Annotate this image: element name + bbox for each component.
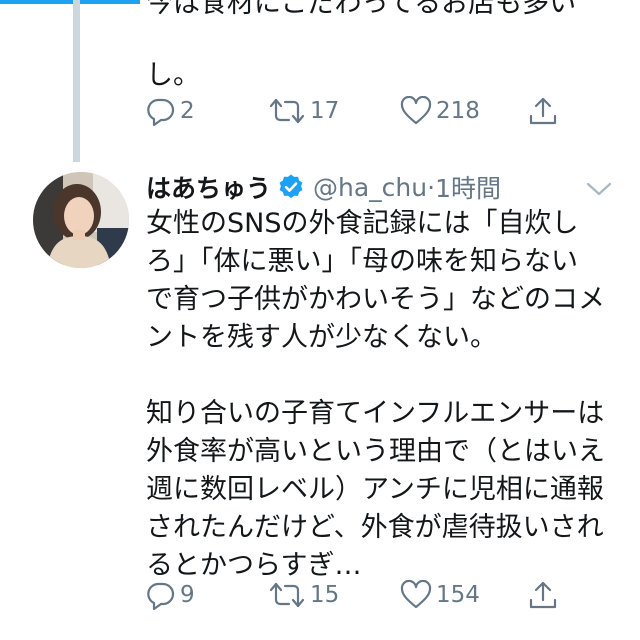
thread-connector-line bbox=[73, 0, 80, 162]
like-icon bbox=[400, 580, 432, 610]
display-name[interactable]: はあちゅう bbox=[146, 169, 271, 205]
handle[interactable]: @ha_chu bbox=[313, 173, 427, 202]
share-icon bbox=[528, 96, 558, 126]
reply-icon bbox=[146, 580, 176, 610]
retweet-icon bbox=[268, 96, 306, 126]
tweet-line: ろ」「体に悪い」「母の味を知らない bbox=[146, 246, 578, 277]
tweet-menu-button[interactable] bbox=[585, 180, 613, 202]
tweet-line: ントを残す人が少なくない。 bbox=[146, 322, 497, 353]
retweet-count: 15 bbox=[310, 582, 340, 608]
verified-badge-icon bbox=[277, 173, 305, 201]
like-count: 154 bbox=[436, 582, 480, 608]
tweet-text: 女性のSNSの外食記録には「自炊し ろ」「体に悪い」「母の味を知らない で育つ子… bbox=[146, 205, 616, 585]
tweet-line: されたんだけど、外食が虐待扱いされ bbox=[146, 512, 604, 543]
tweet-header: はあちゅう @ha_chu · 1時間 bbox=[146, 170, 501, 204]
separator-dot: · bbox=[427, 172, 436, 202]
tweet-actions: 9 15 154 bbox=[146, 580, 576, 616]
chevron-down-icon bbox=[585, 182, 613, 202]
top-accent-bar bbox=[0, 0, 140, 4]
tweet-line: 女性のSNSの外食記録には「自炊し bbox=[146, 208, 579, 239]
previous-tweet-actions: 2 17 218 bbox=[146, 96, 576, 132]
previous-tweet-line-1: 今は食材にこだわってるお店も多い bbox=[146, 0, 577, 19]
previous-tweet-line-2: し。 bbox=[146, 60, 200, 91]
retweet-count: 17 bbox=[310, 98, 340, 124]
retweet-icon bbox=[268, 580, 306, 610]
reply-count: 2 bbox=[180, 98, 195, 124]
tweet-line: 週に数回レベル）アンチに児相に通報 bbox=[146, 474, 604, 505]
retweet-button[interactable]: 15 bbox=[268, 580, 339, 610]
share-button[interactable] bbox=[528, 96, 558, 126]
tweet-line: で育つ子供がかわいそう」などのコメ bbox=[146, 284, 605, 315]
timestamp[interactable]: 1時間 bbox=[435, 169, 501, 205]
like-count: 218 bbox=[436, 98, 480, 124]
tweet-line: 外食率が高いという理由で（とはいえ bbox=[146, 436, 605, 467]
reply-icon bbox=[146, 96, 176, 126]
reply-button[interactable]: 9 bbox=[146, 580, 195, 610]
avatar[interactable] bbox=[33, 172, 129, 268]
retweet-button[interactable]: 17 bbox=[268, 96, 339, 126]
reply-count: 9 bbox=[180, 582, 195, 608]
share-button[interactable] bbox=[528, 580, 558, 610]
reply-button[interactable]: 2 bbox=[146, 96, 195, 126]
like-icon bbox=[400, 96, 432, 126]
like-button[interactable]: 154 bbox=[400, 580, 480, 610]
share-icon bbox=[528, 580, 558, 610]
like-button[interactable]: 218 bbox=[400, 96, 480, 126]
tweet-line: 知り合いの子育てインフルエンサーは bbox=[146, 398, 605, 429]
